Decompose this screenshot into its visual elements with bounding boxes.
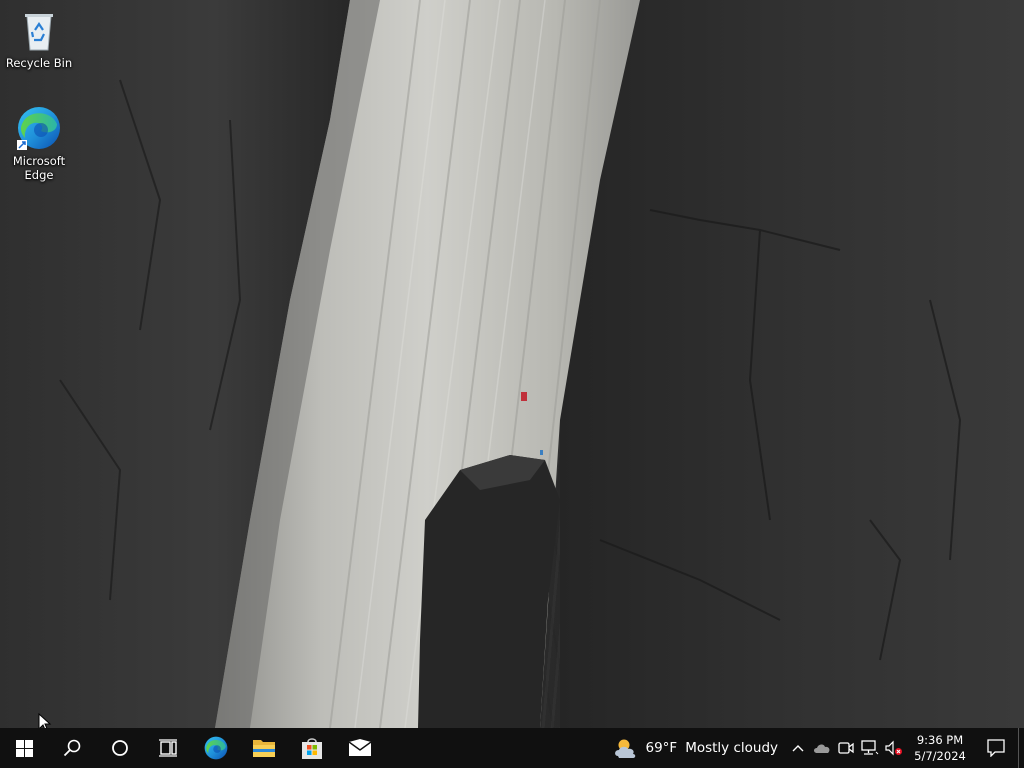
edge-icon: [15, 104, 63, 152]
show-hidden-icons-button[interactable]: [786, 728, 810, 768]
desktop-wallpaper: [0, 0, 1024, 728]
desktop-icon-recycle-bin[interactable]: Recycle Bin: [3, 6, 75, 70]
edge-label: Microsoft Edge: [12, 154, 66, 182]
clock-date: 5/7/2024: [914, 749, 966, 763]
store-bag-icon: [302, 738, 322, 759]
wallpaper-rock-image: [0, 0, 1024, 728]
edge-icon: [204, 736, 228, 760]
network-tray-button[interactable]: [858, 728, 882, 768]
windows-logo-icon: [15, 739, 33, 757]
clock[interactable]: 9:36 PM 5/7/2024: [908, 732, 972, 764]
volume-muted-icon: [885, 740, 902, 756]
cortana-button[interactable]: [96, 728, 144, 768]
system-tray: 69°F Mostly cloudy 9:36 PM 5/7/2024: [609, 728, 1024, 768]
recycle-bin-icon: [15, 6, 63, 54]
chevron-up-icon: [792, 745, 804, 752]
task-view-icon: [159, 739, 177, 757]
weather-temperature: 69°F: [645, 740, 678, 756]
onedrive-cloud-icon: [814, 744, 830, 753]
volume-tray-button[interactable]: [882, 728, 906, 768]
show-desktop-button[interactable]: [1018, 728, 1024, 768]
notification-icon: [987, 739, 1005, 757]
meet-now-icon: [838, 742, 854, 754]
recycle-bin-label: Recycle Bin: [5, 56, 73, 70]
taskbar-store-button[interactable]: [288, 728, 336, 768]
network-icon: [861, 740, 879, 755]
folder-icon: [253, 740, 275, 757]
taskbar-mail-button[interactable]: [336, 728, 384, 768]
mail-icon: [348, 739, 372, 756]
taskbar-file-explorer-button[interactable]: [240, 728, 288, 768]
search-button[interactable]: [48, 728, 96, 768]
task-view-button[interactable]: [144, 728, 192, 768]
desktop-icon-microsoft-edge[interactable]: Microsoft Edge: [3, 104, 75, 182]
weather-condition: Mostly cloudy: [685, 740, 778, 756]
search-icon: [63, 739, 81, 757]
taskbar: 69°F Mostly cloudy 9:36 PM 5/7/2024: [0, 728, 1024, 768]
onedrive-tray-button[interactable]: [810, 728, 834, 768]
clock-time: 9:36 PM: [916, 733, 964, 747]
meet-now-tray-button[interactable]: [834, 728, 858, 768]
action-center-button[interactable]: [974, 728, 1018, 768]
taskbar-edge-button[interactable]: [192, 728, 240, 768]
cortana-circle-icon: [112, 740, 128, 756]
weather-widget[interactable]: 69°F Mostly cloudy: [609, 728, 786, 768]
start-button[interactable]: [0, 728, 48, 768]
partly-cloudy-icon: [615, 739, 636, 758]
